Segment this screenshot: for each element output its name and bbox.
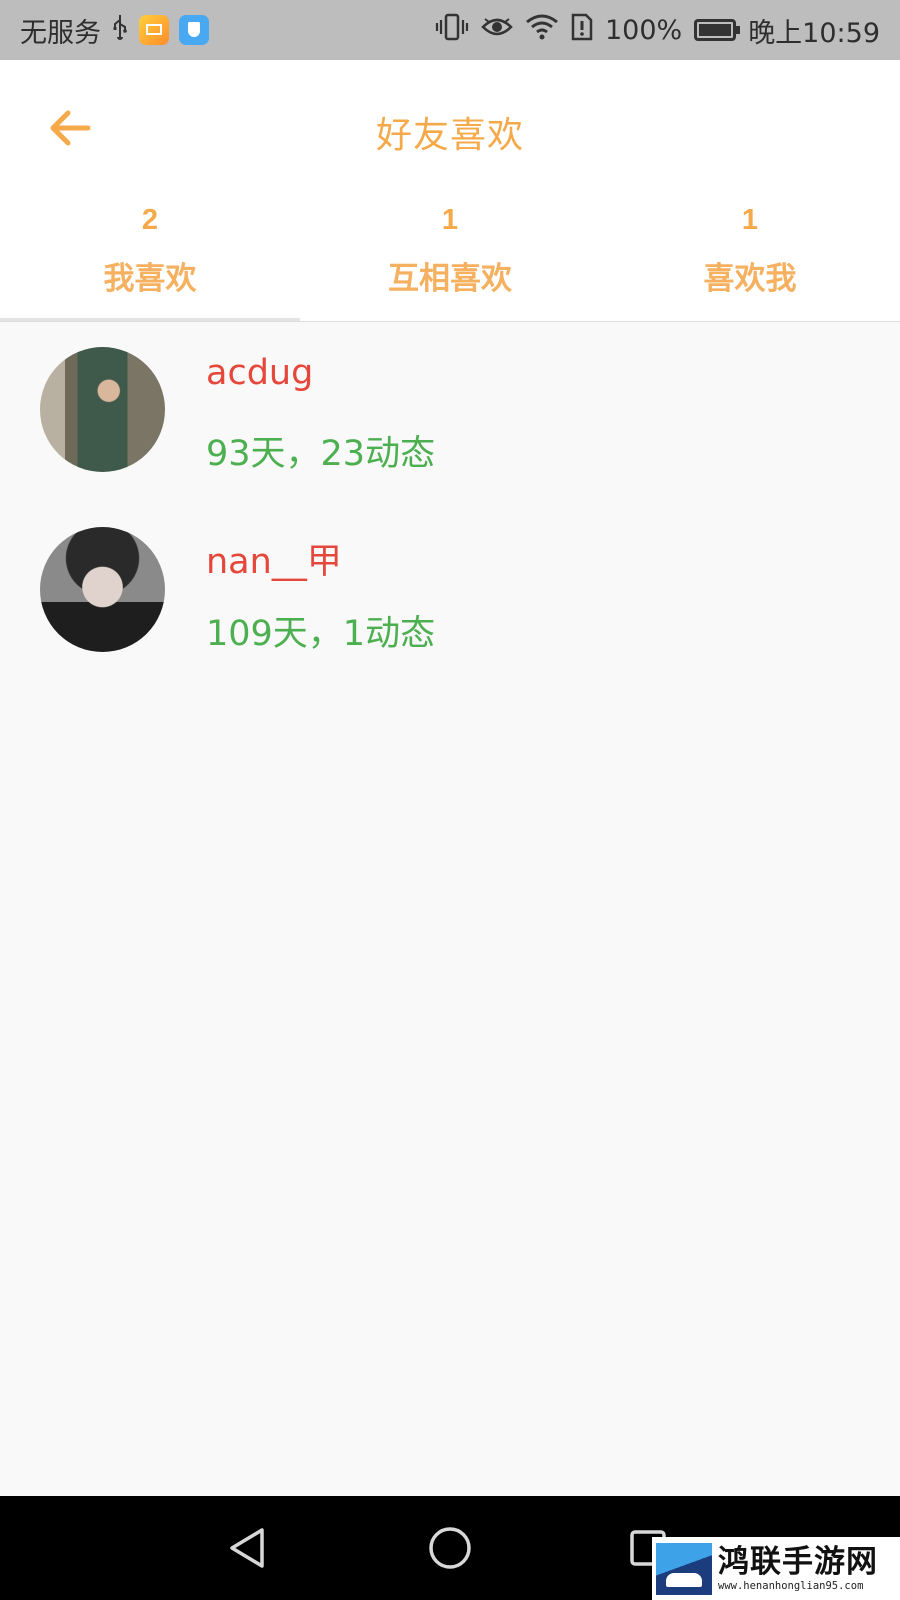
eye-icon [481,15,513,46]
wifi-icon [525,13,559,48]
tab-count: 2 [141,204,159,236]
back-triangle-icon [230,1528,264,1568]
carrier-text: 无服务 [20,17,101,49]
page-title: 好友喜欢 [375,115,524,156]
tab-mutual-like[interactable]: 1 互相喜欢 [300,200,600,322]
tab-count: 1 [741,204,759,236]
clock-time: 晚上10:59 [748,17,880,49]
battery-percent: 100% [604,14,683,46]
usb-icon [111,14,129,47]
tab-label: 互相喜欢 [388,261,512,297]
mail-app-icon [139,15,169,45]
battery-icon [694,19,741,41]
tab-label: 喜欢我 [703,261,797,297]
tab-count: 1 [441,204,459,236]
friend-meta: 93天，23动态 [206,434,436,474]
vibrate-icon [435,13,469,48]
list-item[interactable]: nan__甲 109天，1动态 [0,502,900,682]
friend-meta: 109天，1动态 [206,614,436,654]
shield-app-icon [179,15,209,45]
tab-bar: 2 我喜欢 1 互相喜欢 1 喜欢我 [0,200,900,322]
nav-home-button[interactable] [420,1518,480,1578]
tab-likes-me[interactable]: 1 喜欢我 [600,200,900,322]
sim-alert-icon [571,13,593,48]
status-bar-right: 100% 晚上10:59 [435,11,880,50]
bull-logo-icon [656,1542,712,1595]
home-circle-icon [429,1527,471,1569]
app-header: 好友喜欢 2 我喜欢 1 互相喜欢 1 喜欢我 [0,60,900,322]
status-bar-left: 无服务 [20,11,209,50]
avatar[interactable] [40,347,165,472]
avatar[interactable] [40,527,165,652]
watermark-name: 鸿联手游网 [718,1543,878,1580]
friend-name: nan__甲 [206,542,342,582]
site-watermark: 鸿联手游网 www.henanhonglian95.com [652,1537,900,1600]
watermark-url: www.henanhonglian95.com [718,1579,864,1592]
status-bar: 无服务 100% 晚上10:59 [0,0,900,60]
friend-name: acdug [206,353,314,393]
friends-list: acdug 93天，23动态 nan__甲 109天，1动态 [0,322,900,682]
watermark-text: 鸿联手游网 www.henanhonglian95.com [718,1545,878,1593]
tab-i-like[interactable]: 2 我喜欢 [0,200,300,322]
nav-back-button[interactable] [220,1518,280,1578]
tab-label: 我喜欢 [103,261,197,297]
list-item[interactable]: acdug 93天，23动态 [0,322,900,502]
